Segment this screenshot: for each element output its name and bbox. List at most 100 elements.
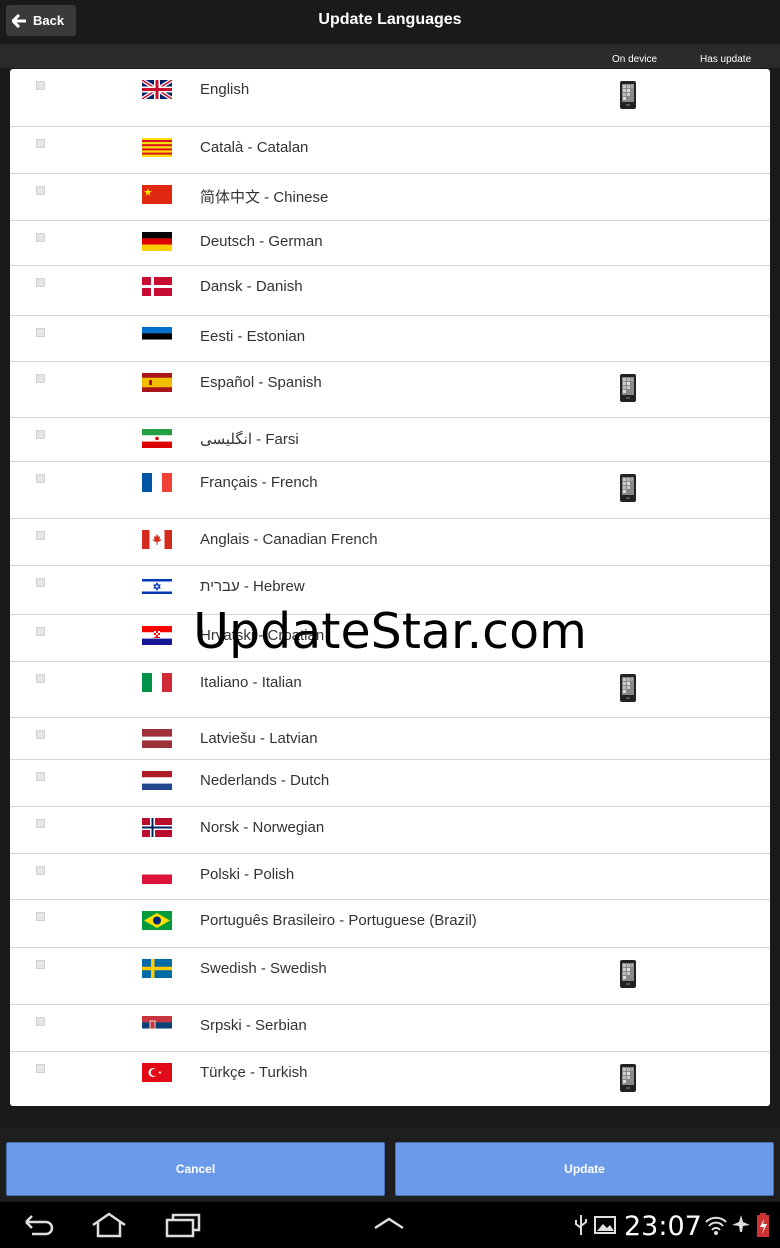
language-label: 简体中文 - Chinese bbox=[200, 189, 329, 206]
language-label: Polski - Polish bbox=[200, 866, 295, 883]
language-row[interactable]: Español - Spanish bbox=[10, 362, 770, 418]
language-row[interactable]: Dansk - Danish bbox=[10, 266, 770, 316]
language-checkbox[interactable] bbox=[36, 912, 45, 921]
usb-icon bbox=[575, 1215, 587, 1235]
airplane-icon bbox=[732, 1215, 750, 1232]
language-checkbox[interactable] bbox=[36, 278, 45, 287]
language-checkbox[interactable] bbox=[36, 139, 45, 148]
update-button[interactable]: Update bbox=[395, 1142, 774, 1196]
language-row[interactable]: Anglais - Canadian French bbox=[10, 519, 770, 566]
flag-icon bbox=[142, 373, 172, 392]
language-row[interactable]: Italiano - Italian bbox=[10, 662, 770, 718]
flag-icon bbox=[142, 729, 172, 748]
flag-icon bbox=[142, 277, 172, 296]
language-row[interactable]: Latviešu - Latvian bbox=[10, 718, 770, 760]
language-row[interactable]: انگلیسی - Farsi bbox=[10, 418, 770, 462]
flag-icon bbox=[142, 865, 172, 884]
language-checkbox[interactable] bbox=[36, 578, 45, 587]
language-label: Italiano - Italian bbox=[200, 674, 302, 691]
has-update-header: Has update bbox=[700, 54, 752, 65]
phone-icon bbox=[620, 960, 636, 988]
flag-icon bbox=[142, 771, 172, 790]
language-label: Français - French bbox=[200, 474, 318, 491]
language-checkbox[interactable] bbox=[36, 960, 45, 969]
language-row[interactable]: עברית - Hebrew bbox=[10, 566, 770, 615]
language-label: Hrvatski - Croatian bbox=[200, 627, 325, 644]
language-label: English bbox=[200, 81, 250, 98]
recent-apps-icon[interactable] bbox=[165, 1212, 201, 1238]
language-row[interactable]: Eesti - Estonian bbox=[10, 316, 770, 362]
language-label: Anglais - Canadian French bbox=[200, 531, 378, 548]
phone-icon bbox=[620, 81, 636, 109]
language-label: Español - Spanish bbox=[200, 374, 322, 391]
language-checkbox[interactable] bbox=[36, 866, 45, 875]
language-checkbox[interactable] bbox=[36, 674, 45, 683]
clock: 23:07 bbox=[624, 1211, 702, 1242]
language-checkbox[interactable] bbox=[36, 233, 45, 242]
language-row[interactable]: Français - French bbox=[10, 462, 770, 519]
phone-icon bbox=[620, 374, 636, 402]
on-device-header: On device bbox=[612, 54, 658, 65]
language-checkbox[interactable] bbox=[36, 819, 45, 828]
language-label: Eesti - Estonian bbox=[200, 328, 306, 345]
battery-icon bbox=[757, 1213, 769, 1237]
language-label: Türkçe - Turkish bbox=[200, 1064, 308, 1081]
flag-icon bbox=[142, 577, 172, 596]
back-nav-icon[interactable] bbox=[22, 1214, 54, 1236]
flag-icon bbox=[142, 911, 172, 930]
flag-icon bbox=[142, 327, 172, 346]
flag-icon bbox=[142, 1016, 172, 1035]
cancel-button[interactable]: Cancel bbox=[6, 1142, 385, 1196]
language-label: Català - Catalan bbox=[200, 139, 309, 156]
flag-icon bbox=[142, 626, 172, 645]
flag-icon bbox=[142, 959, 172, 978]
flag-icon bbox=[142, 473, 172, 492]
language-row[interactable]: Swedish - Swedish bbox=[10, 948, 770, 1005]
language-row[interactable]: Hrvatski - Croatian bbox=[10, 615, 770, 662]
top-bar: Back Update Languages bbox=[0, 0, 780, 44]
flag-icon bbox=[142, 138, 172, 157]
language-checkbox[interactable] bbox=[36, 374, 45, 383]
language-list[interactable]: English Català - Catalan 简体中文 - Chinese Deu… bbox=[10, 69, 770, 1106]
flag-icon bbox=[142, 185, 172, 204]
language-row[interactable]: Türkçe - Turkish bbox=[10, 1052, 770, 1106]
language-row[interactable]: Deutsch - German bbox=[10, 221, 770, 266]
home-nav-icon[interactable] bbox=[90, 1212, 128, 1238]
language-checkbox[interactable] bbox=[36, 328, 45, 337]
language-label: Português Brasileiro - Portuguese (Brazi… bbox=[200, 912, 477, 929]
flag-icon bbox=[142, 530, 172, 549]
language-row[interactable]: Nederlands - Dutch bbox=[10, 760, 770, 807]
language-checkbox[interactable] bbox=[36, 430, 45, 439]
app-window: Back Update Languages On device Has upda… bbox=[0, 0, 780, 1248]
language-label: Latviešu - Latvian bbox=[200, 730, 318, 747]
language-checkbox[interactable] bbox=[36, 730, 45, 739]
phone-icon bbox=[620, 1064, 636, 1092]
language-checkbox[interactable] bbox=[36, 531, 45, 540]
language-checkbox[interactable] bbox=[36, 1017, 45, 1026]
chevron-up-icon[interactable] bbox=[373, 1216, 405, 1230]
system-bar: 23:07 bbox=[0, 1202, 780, 1248]
language-row[interactable]: Català - Catalan bbox=[10, 127, 770, 174]
language-row[interactable]: 简体中文 - Chinese bbox=[10, 174, 770, 221]
phone-icon bbox=[620, 674, 636, 702]
language-row[interactable]: Srpski - Serbian bbox=[10, 1005, 770, 1052]
language-checkbox[interactable] bbox=[36, 627, 45, 636]
language-label: Deutsch - German bbox=[200, 233, 323, 250]
language-checkbox[interactable] bbox=[36, 1064, 45, 1073]
flag-icon bbox=[142, 1063, 172, 1082]
language-checkbox[interactable] bbox=[36, 474, 45, 483]
language-row[interactable]: Norsk - Norwegian bbox=[10, 807, 770, 854]
language-label: Swedish - Swedish bbox=[200, 960, 327, 977]
language-label: Srpski - Serbian bbox=[200, 1017, 307, 1034]
flag-icon bbox=[142, 818, 172, 837]
language-checkbox[interactable] bbox=[36, 81, 45, 90]
language-row[interactable]: Português Brasileiro - Portuguese (Brazi… bbox=[10, 900, 770, 948]
page-title: Update Languages bbox=[318, 11, 462, 28]
flag-icon bbox=[142, 80, 172, 99]
action-bar: Cancel Update bbox=[0, 1128, 780, 1200]
language-row[interactable]: English bbox=[10, 69, 770, 127]
language-checkbox[interactable] bbox=[36, 186, 45, 195]
language-label: Norsk - Norwegian bbox=[200, 819, 325, 836]
language-row[interactable]: Polski - Polish bbox=[10, 854, 770, 900]
language-checkbox[interactable] bbox=[36, 772, 45, 781]
